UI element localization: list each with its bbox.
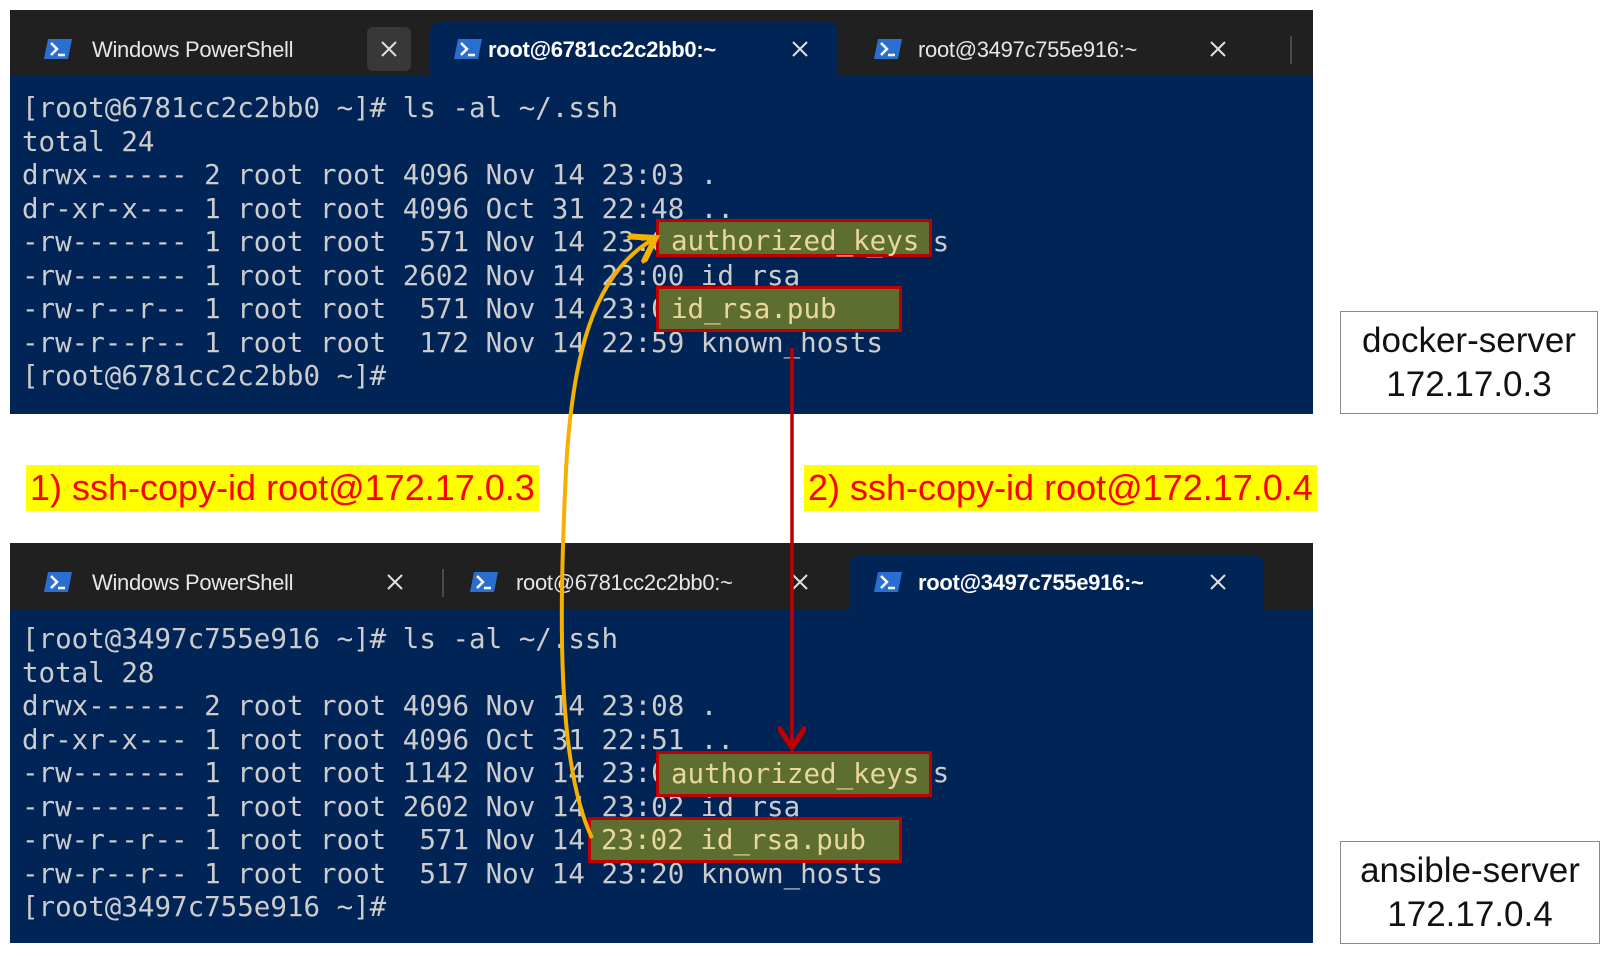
close-icon <box>381 41 397 57</box>
close-tab-button[interactable] <box>1196 560 1240 604</box>
tab-bar: Windows PowerShell root@6781cc2c2bb0:~ r… <box>10 10 1313 76</box>
tab-bar: Windows PowerShell root@6781cc2c2bb0:~ r… <box>10 543 1313 609</box>
tab-label: root@6781cc2c2bb0:~ <box>516 570 733 595</box>
server-ip: 172.17.0.4 <box>1387 895 1553 934</box>
close-icon <box>792 41 808 57</box>
highlight-text: authorized_keys <box>671 758 920 790</box>
step2-ssh-copy-id-label: 2) ssh-copy-id root@172.17.0.4 <box>804 465 1317 511</box>
tab-root-3497c755e916[interactable]: root@3497c755e916:~ <box>850 555 1264 609</box>
tab-root-3497c755e916[interactable]: root@3497c755e916:~ <box>850 22 1258 76</box>
highlight-text: id_rsa.pub <box>671 293 837 325</box>
powershell-icon <box>470 572 498 592</box>
tab-label: root@3497c755e916:~ <box>918 37 1138 62</box>
close-tab-button[interactable] <box>778 27 822 71</box>
tab-root-6781cc2c2bb0[interactable]: root@6781cc2c2bb0:~ <box>430 22 838 76</box>
tab-windows-powershell[interactable]: Windows PowerShell <box>20 22 420 76</box>
tab-label: root@6781cc2c2bb0:~ <box>488 37 716 62</box>
close-icon <box>387 574 403 590</box>
docker-server-terminal-window[interactable]: Windows PowerShell root@6781cc2c2bb0:~ r… <box>10 10 1313 414</box>
tab-label: Windows PowerShell <box>92 570 294 595</box>
close-icon <box>792 574 808 590</box>
powershell-icon <box>874 39 902 59</box>
highlight-text: 23:02 id_rsa.pub <box>601 824 866 856</box>
tab-root-6781cc2c2bb0[interactable]: root@6781cc2c2bb0:~ <box>444 555 844 609</box>
powershell-icon <box>44 572 72 592</box>
tab-label: Windows PowerShell <box>92 37 294 62</box>
id-rsa-pub-highlight: id_rsa.pub <box>656 286 902 332</box>
terminal-line: total 24 <box>22 125 155 158</box>
highlight-text: authorized_keys <box>671 225 920 257</box>
terminal-line: [root@6781cc2c2bb0 ~]# ls -al ~/.ssh <box>22 92 619 124</box>
id-rsa-pub-highlight: 23:02 id_rsa.pub <box>588 817 902 863</box>
close-icon <box>1210 574 1226 590</box>
ansible-server-box: ansible-server 172.17.0.4 <box>1340 841 1600 944</box>
authorized-keys-highlight: authorized_keys <box>656 751 932 797</box>
powershell-icon <box>874 572 902 592</box>
terminal-line: drwx------ 2 root root 4096 Nov 14 23:03… <box>22 159 718 191</box>
docker-server-box: docker-server 172.17.0.3 <box>1340 311 1598 414</box>
server-name: ansible-server <box>1360 851 1580 890</box>
close-tab-button[interactable] <box>373 560 417 604</box>
terminal-line: total 28 <box>22 656 155 689</box>
tab-label: root@3497c755e916:~ <box>918 570 1144 595</box>
server-ip: 172.17.0.3 <box>1386 365 1552 404</box>
terminal-line: [root@6781cc2c2bb0 ~]# <box>22 360 387 392</box>
powershell-icon <box>454 39 482 59</box>
close-icon <box>1210 41 1226 57</box>
terminal-line: drwx------ 2 root root 4096 Nov 14 23:08… <box>22 690 718 722</box>
server-name: docker-server <box>1362 321 1576 360</box>
close-tab-button[interactable] <box>367 27 411 71</box>
authorized-keys-highlight: authorized_keys <box>656 219 932 257</box>
tab-windows-powershell[interactable]: Windows PowerShell <box>20 555 430 609</box>
powershell-icon <box>44 39 72 59</box>
step1-ssh-copy-id-label: 1) ssh-copy-id root@172.17.0.3 <box>26 465 539 511</box>
close-tab-button[interactable] <box>1196 27 1240 71</box>
terminal-line: [root@3497c755e916 ~]# ls -al ~/.ssh <box>22 623 619 655</box>
terminal-line: [root@3497c755e916 ~]# <box>22 891 387 923</box>
tab-separator <box>1290 36 1292 64</box>
ansible-server-terminal-window[interactable]: Windows PowerShell root@6781cc2c2bb0:~ r… <box>10 543 1313 943</box>
close-tab-button[interactable] <box>778 560 822 604</box>
